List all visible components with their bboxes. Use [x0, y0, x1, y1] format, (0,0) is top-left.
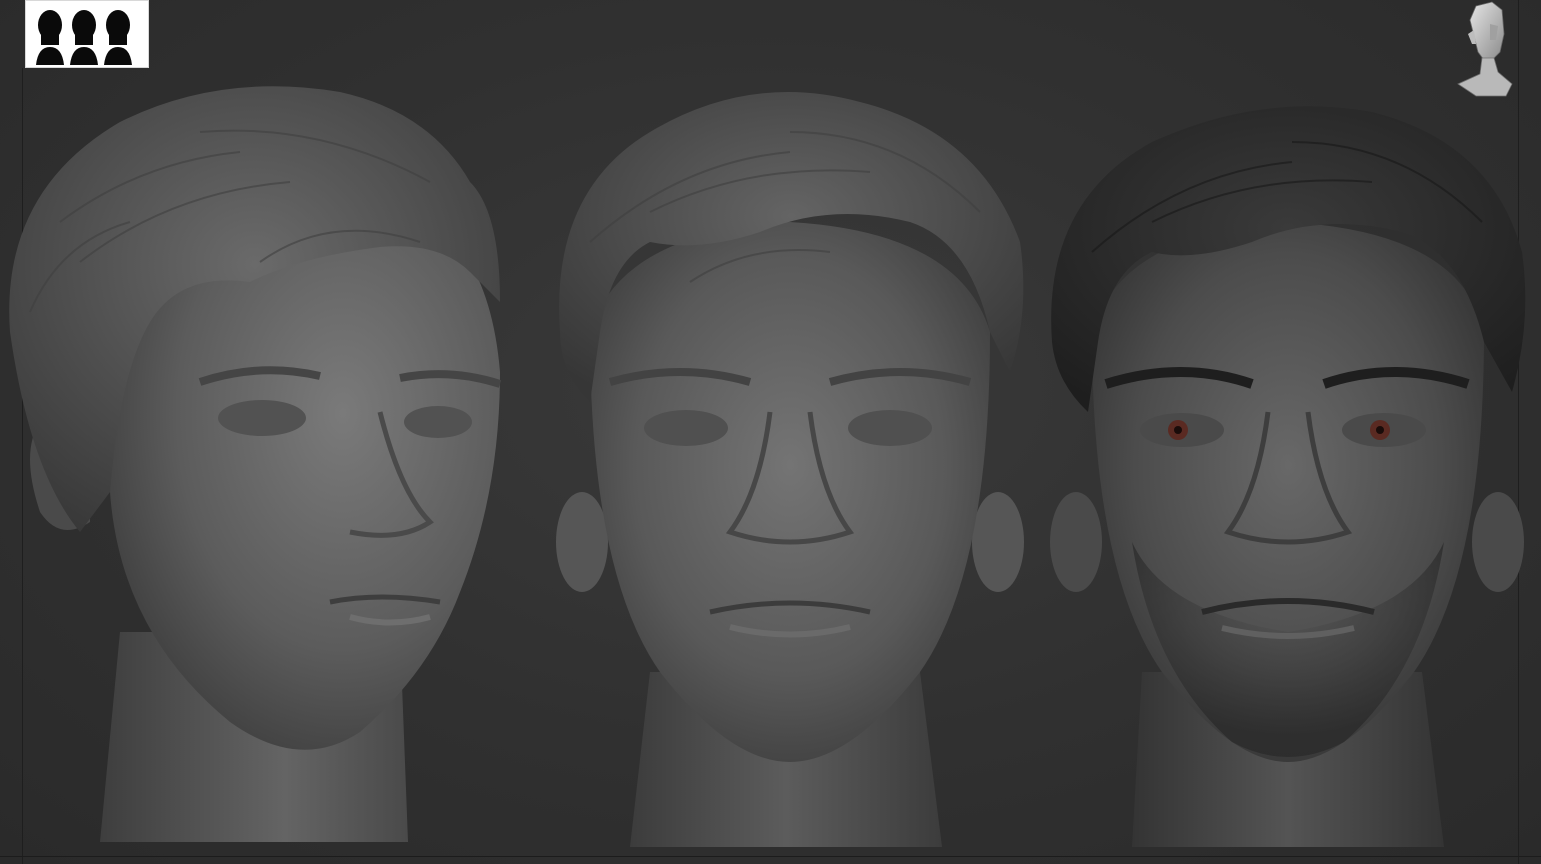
viewport-canvas[interactable] [0, 0, 1541, 864]
head-angled-render [9, 86, 502, 842]
document-thumbnail[interactable] [25, 0, 149, 68]
head-front-render [556, 92, 1024, 847]
three-heads-silhouette-icon [36, 10, 132, 65]
head-front-textured-render [1050, 106, 1526, 847]
sculpt-head-front[interactable] [530, 72, 1050, 862]
sculpt-head-three-quarter[interactable] [0, 72, 520, 862]
sculpt-head-front-textured[interactable] [1032, 72, 1541, 862]
